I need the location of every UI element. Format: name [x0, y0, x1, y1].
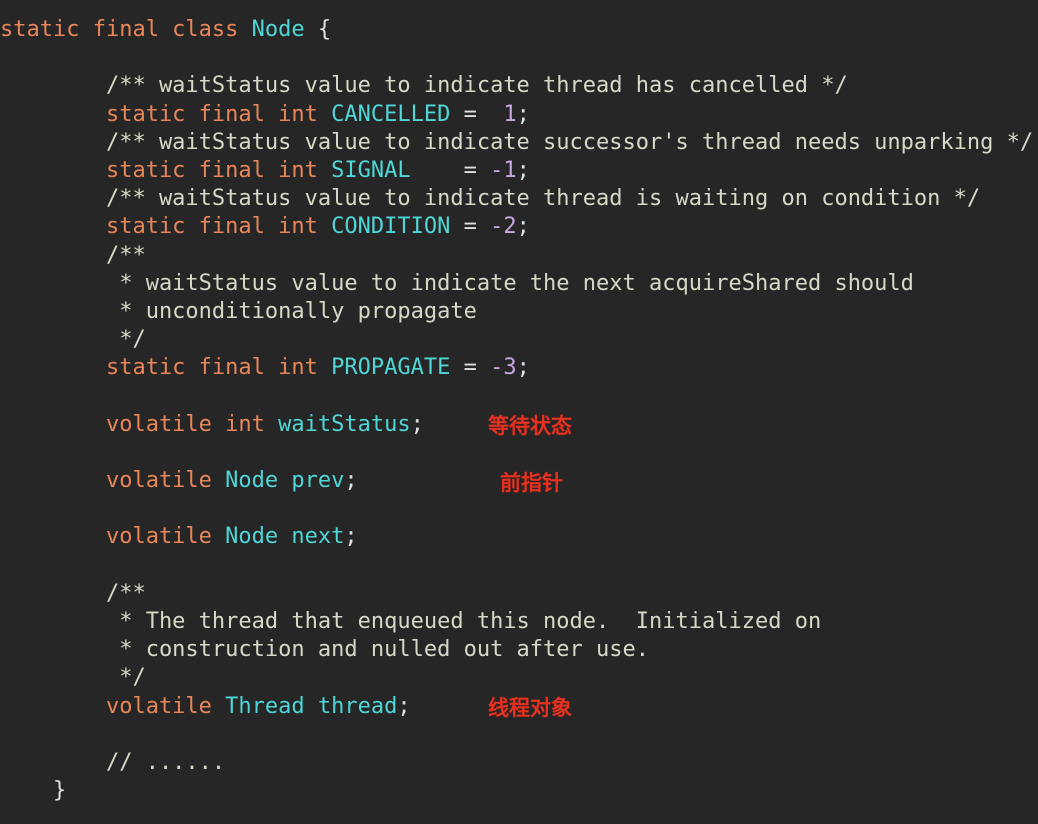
const-modifiers: static final int	[0, 355, 332, 381]
close-brace: }	[0, 778, 67, 804]
const-value: -1	[490, 157, 517, 183]
comment-signal: /** waitStatus value to indicate success…	[0, 129, 1034, 155]
const-modifiers: static final int	[0, 214, 332, 240]
comment-thread-line2: * construction and nulled out after use.	[0, 637, 650, 663]
comment-propagate-close: */	[0, 327, 146, 353]
semicolon: ;	[410, 411, 424, 437]
field-modifier: volatile	[0, 693, 226, 719]
semicolon: ;	[516, 214, 530, 240]
comment-propagate-line2: * unconditionally propagate	[0, 298, 477, 324]
field-name: thread	[317, 693, 398, 719]
const-name: SIGNAL	[331, 157, 411, 183]
const-name: CONDITION	[331, 214, 451, 240]
const-name: CANCELLED	[331, 101, 451, 127]
const-modifiers: static final int	[0, 157, 332, 183]
semicolon: ;	[516, 157, 530, 183]
field-type: Node	[225, 524, 279, 550]
const-cancelled-line: static final int CANCELLED = 1;	[0, 101, 1033, 129]
semicolon: ;	[397, 693, 411, 719]
field-type: Thread	[225, 693, 305, 719]
const-condition-line: static final int CONDITION = -2;	[0, 213, 1033, 241]
field-modifier: volatile	[0, 524, 226, 550]
open-brace: {	[304, 17, 332, 42]
class-name: Node	[251, 17, 305, 42]
class-declaration-line: static final class Node {	[0, 16, 1033, 44]
comment-ellipsis: // ......	[0, 749, 226, 775]
field-name: waitStatus	[278, 411, 411, 437]
field-name: next	[291, 524, 345, 550]
comment-cancelled: /** waitStatus value to indicate thread …	[0, 73, 848, 99]
annotation-prev-pointer: 前指针	[500, 471, 563, 495]
const-equals: =	[450, 355, 491, 381]
const-value: 1	[503, 101, 517, 127]
comment-propagate-open: /**	[0, 242, 146, 268]
field-name: prev	[291, 468, 345, 493]
semicolon: ;	[344, 524, 358, 550]
comment-thread-line1: * The thread that enqueued this node. In…	[0, 608, 822, 634]
const-propagate-line: static final int PROPAGATE = -3;	[0, 354, 1033, 382]
annotation-thread-object: 线程对象	[488, 696, 572, 720]
semicolon: ;	[516, 355, 530, 381]
const-signal-line: static final int SIGNAL = -1;	[0, 157, 1033, 185]
field-next-line: volatile Node next;	[0, 523, 1033, 551]
const-value: -2	[490, 214, 517, 240]
const-equals: =	[450, 214, 491, 240]
field-type: Node	[225, 468, 279, 493]
semicolon: ;	[516, 101, 530, 127]
class-keyword: static final class	[0, 17, 252, 42]
field-modifier: volatile	[0, 411, 226, 437]
field-modifier: volatile	[0, 468, 226, 493]
const-equals: =	[410, 157, 491, 183]
const-modifiers: static final int	[0, 101, 332, 127]
annotation-wait-status: 等待状态	[488, 414, 572, 438]
comment-propagate-line1: * waitStatus value to indicate the next …	[0, 270, 914, 296]
semicolon: ;	[344, 468, 358, 493]
const-equals: =	[450, 101, 504, 127]
field-type: int	[225, 411, 265, 437]
const-name: PROPAGATE	[331, 355, 451, 381]
const-value: -3	[490, 355, 517, 381]
comment-thread-open: /**	[0, 580, 146, 606]
comment-condition: /** waitStatus value to indicate thread …	[0, 186, 981, 212]
comment-thread-close: */	[0, 665, 146, 691]
